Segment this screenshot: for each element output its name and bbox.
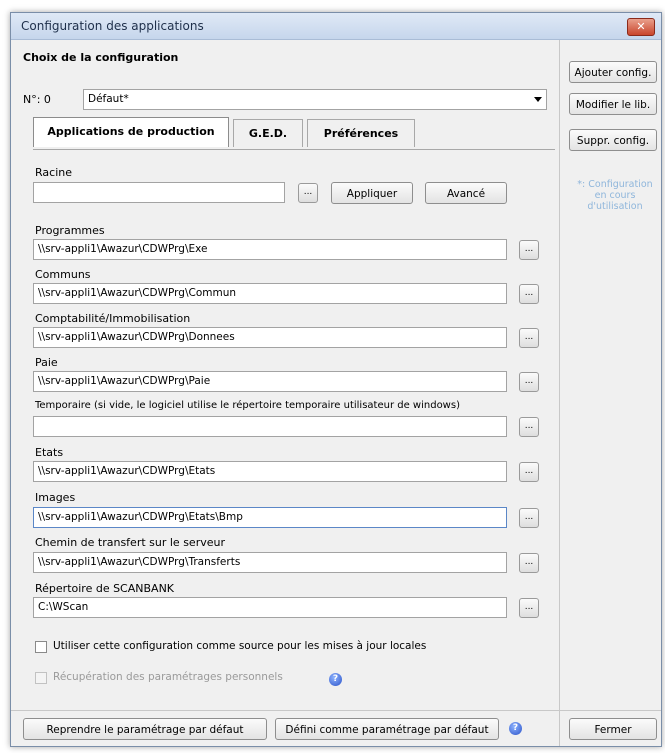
images-label: Images xyxy=(35,491,76,504)
tab-bar: Applications de production G.E.D. Préfér… xyxy=(33,117,553,149)
temporaire-input[interactable] xyxy=(33,416,507,437)
suppr-config-button[interactable]: Suppr. config. xyxy=(569,129,657,151)
config-number: N°: 0 xyxy=(23,93,51,106)
communs-label: Communs xyxy=(35,268,91,281)
avance-button[interactable]: Avancé xyxy=(425,182,507,204)
note-line-3: d'utilisation xyxy=(587,201,643,212)
ajouter-config-button[interactable]: Ajouter config. xyxy=(569,61,657,83)
window-title: Configuration des applications xyxy=(21,19,204,33)
close-icon[interactable]: ✕ xyxy=(627,18,655,36)
configuration-note: *: Configuration en cours d'utilisation xyxy=(569,179,661,212)
paie-label: Paie xyxy=(35,356,58,369)
chemin-transfert-input[interactable]: \\srv-appli1\Awazur\CDWPrg\Transferts xyxy=(33,552,507,573)
racine-label: Racine xyxy=(35,166,72,179)
recuperation-checkbox-label: Récupération des paramétrages personnels xyxy=(53,671,283,683)
tab-panel: Racine ... Appliquer Avancé Programmes \… xyxy=(33,149,555,702)
help-icon[interactable]: ? xyxy=(329,673,342,686)
help-icon-bottom[interactable]: ? xyxy=(509,722,522,735)
tab-ged[interactable]: G.E.D. xyxy=(233,119,303,147)
reprendre-defaut-button[interactable]: Reprendre le paramétrage par défaut xyxy=(23,718,267,740)
etats-input[interactable]: \\srv-appli1\Awazur\CDWPrg\Etats xyxy=(33,461,507,482)
programmes-browse-button[interactable]: ... xyxy=(519,240,539,260)
title-bar: Configuration des applications ✕ xyxy=(11,13,661,40)
comptabilite-input[interactable]: \\srv-appli1\Awazur\CDWPrg\Donnees xyxy=(33,327,507,348)
chevron-down-icon xyxy=(534,97,542,102)
configuration-select[interactable]: Défaut* xyxy=(83,89,547,110)
comptabilite-browse-button[interactable]: ... xyxy=(519,328,539,348)
communs-input[interactable]: \\srv-appli1\Awazur\CDWPrg\Commun xyxy=(33,283,507,304)
bottom-separator xyxy=(11,710,661,711)
appliquer-button[interactable]: Appliquer xyxy=(331,182,413,204)
source-checkbox[interactable] xyxy=(35,641,47,653)
definir-defaut-button[interactable]: Défini comme paramétrage par défaut xyxy=(275,718,499,740)
recuperation-checkbox[interactable] xyxy=(35,672,47,684)
images-browse-button[interactable]: ... xyxy=(519,508,539,528)
racine-input[interactable] xyxy=(33,182,285,203)
chemin-transfert-label: Chemin de transfert sur le serveur xyxy=(35,536,225,549)
scanbank-input[interactable]: C:\WScan xyxy=(33,597,507,618)
programmes-label: Programmes xyxy=(35,224,105,237)
scanbank-label: Répertoire de SCANBANK xyxy=(35,582,175,595)
chemin-transfert-browse-button[interactable]: ... xyxy=(519,553,539,573)
note-line-1: *: Configuration xyxy=(577,179,653,190)
configuration-window: Configuration des applications ✕ Choix d… xyxy=(10,12,662,747)
source-checkbox-label: Utiliser cette configuration comme sourc… xyxy=(53,640,427,652)
tab-preferences[interactable]: Préférences xyxy=(307,119,415,147)
paie-input[interactable]: \\srv-appli1\Awazur\CDWPrg\Paie xyxy=(33,371,507,392)
tab-applications-production[interactable]: Applications de production xyxy=(33,117,229,147)
scanbank-browse-button[interactable]: ... xyxy=(519,598,539,618)
note-line-2: en cours xyxy=(594,190,636,201)
images-input[interactable]: \\srv-appli1\Awazur\CDWPrg\Etats\Bmp xyxy=(33,507,507,528)
comptabilite-label: Comptabilité/Immobilisation xyxy=(35,312,191,325)
paie-browse-button[interactable]: ... xyxy=(519,372,539,392)
choix-heading: Choix de la configuration xyxy=(23,51,179,64)
etats-label: Etats xyxy=(35,446,64,459)
etats-browse-button[interactable]: ... xyxy=(519,462,539,482)
configuration-select-value: Défaut* xyxy=(88,93,129,105)
modifier-lib-button[interactable]: Modifier le lib. xyxy=(569,93,657,115)
temporaire-label: Temporaire (si vide, le logiciel utilise… xyxy=(35,400,460,411)
fermer-button[interactable]: Fermer xyxy=(569,718,657,740)
temporaire-browse-button[interactable]: ... xyxy=(519,417,539,437)
vertical-divider xyxy=(559,40,560,746)
programmes-input[interactable]: \\srv-appli1\Awazur\CDWPrg\Exe xyxy=(33,239,507,260)
racine-browse-button[interactable]: ... xyxy=(298,183,318,203)
communs-browse-button[interactable]: ... xyxy=(519,284,539,304)
